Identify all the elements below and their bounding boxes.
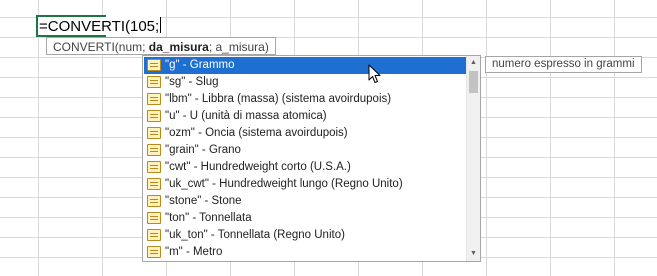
list-item-label: "ton" - Tonnellata [165,212,252,224]
list-item[interactable]: "uk_ton" - Tonnellata (Regno Unito) [144,227,467,244]
function-argument-icon [147,195,161,207]
syntax-current-argument[interactable]: da_misura [149,40,209,54]
argument-description-tooltip: numero espresso in grammi [485,56,642,73]
list-scrollbar[interactable]: ▲ ▼ [466,56,480,261]
list-item-label: "lbm" - Libbra (massa) (sistema avoirdup… [165,93,392,105]
function-argument-icon [147,229,161,241]
function-argument-icon [147,246,161,258]
list-item[interactable]: "ozm" - Oncia (sistema avoirdupois) [144,125,467,142]
list-item-label: "cwt" - Hundredweight corto (U.S.A.) [165,161,351,173]
function-syntax-tooltip: CONVERTI(num; da_misura; a_misura) [46,37,276,55]
cell-formula-input[interactable]: =CONVERTI(105; [39,17,162,35]
scroll-down-arrow-icon[interactable]: ▼ [467,247,480,261]
scrollbar-thumb[interactable] [469,71,478,93]
function-argument-icon [147,76,161,88]
list-item-label: "grain" - Grano [165,144,241,156]
list-item[interactable]: "stone" - Stone [144,193,467,210]
syntax-prefix: CONVERTI(num; [53,40,149,54]
function-argument-icon [147,59,161,71]
function-argument-icon [147,178,161,190]
function-argument-icon [147,93,161,105]
scroll-up-arrow-icon[interactable]: ▲ [467,56,480,70]
list-item[interactable]: "g" - Grammo [144,57,467,74]
list-item-label: "stone" - Stone [165,195,242,207]
list-item-label: "ozm" - Oncia (sistema avoirdupois) [165,127,348,139]
list-item[interactable]: "uk_cwt" - Hundredweight lungo (Regno Un… [144,176,467,193]
list-item-label: "m" - Metro [165,246,223,258]
function-argument-icon [147,110,161,122]
list-item[interactable]: "m" - Metro [144,244,467,261]
formula-text: =CONVERTI(105; [39,18,160,35]
list-item-label: "u" - U (unità di massa atomica) [165,110,327,122]
list-item[interactable]: "cwt" - Hundredweight corto (U.S.A.) [144,159,467,176]
function-argument-icon [147,161,161,173]
list-item-label: "sg" - Slug [165,76,219,88]
function-argument-icon [147,144,161,156]
syntax-suffix: ; a_misura) [208,40,269,54]
list-item-label: "g" - Grammo [165,59,235,71]
list-item[interactable]: "sg" - Slug [144,74,467,91]
list-item[interactable]: "ton" - Tonnellata [144,210,467,227]
list-item-label: "uk_cwt" - Hundredweight lungo (Regno Un… [165,178,403,190]
list-item-label: "uk_ton" - Tonnellata (Regno Unito) [165,229,345,241]
function-argument-icon [147,212,161,224]
list-item[interactable]: "u" - U (unità di massa atomica) [144,108,467,125]
text-caret [160,17,162,33]
autocomplete-list[interactable]: "g" - Grammo "sg" - Slug "lbm" - Libbra … [142,55,481,262]
list-item[interactable]: "grain" - Grano [144,142,467,159]
mouse-pointer-icon [368,64,381,83]
function-argument-icon [147,127,161,139]
list-item[interactable]: "lbm" - Libbra (massa) (sistema avoirdup… [144,91,467,108]
